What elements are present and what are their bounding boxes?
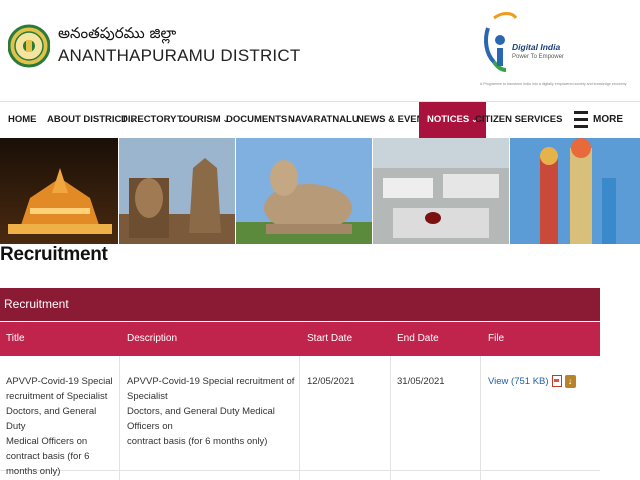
- view-file-link[interactable]: View (751 KB): [488, 376, 549, 387]
- table-header: Title Description Start Date End Date Fi…: [0, 322, 600, 356]
- cell-description-line: contract basis (for 6 months only): [127, 436, 268, 447]
- nav-item-label: HOME: [8, 114, 37, 125]
- column-header-title: Title: [6, 333, 25, 344]
- nav-item-label: NAVARATNALU: [288, 114, 359, 125]
- nav-item-label: TOURISM: [177, 114, 221, 125]
- column-header-start-date: Start Date: [307, 333, 353, 344]
- cell-title-line: months only): [6, 466, 61, 477]
- ap-state-emblem-icon[interactable]: [8, 6, 50, 86]
- cell-description-line: Doctors, and General Duty Medical Office…: [127, 406, 275, 432]
- download-icon[interactable]: ↓: [564, 374, 576, 388]
- cell-title-line: recruitment of Specialist: [6, 391, 108, 402]
- menu-icon[interactable]: [574, 111, 588, 129]
- cell-title-line: APVVP-Covid-19 Special: [6, 376, 113, 387]
- pdf-icon: [551, 375, 562, 388]
- banner-image-statues: [510, 138, 640, 244]
- cell-title-line: contract basis (for 6: [6, 451, 90, 462]
- cell-start-date: 12/05/2021: [307, 376, 355, 387]
- nav-item-label: CITIZEN SERVICES: [475, 114, 563, 125]
- more-button[interactable]: MORE: [593, 102, 623, 138]
- nav-item-label: DOCUMENTS: [226, 114, 288, 125]
- banner-gallery: [0, 138, 640, 244]
- cell-end-date: 31/05/2021: [397, 376, 445, 387]
- digital-india-tagline: Power To Empower: [512, 54, 564, 60]
- digital-india-footnote: A Programme to transform India into a di…: [480, 82, 627, 86]
- site-title-telugu: అనంతపురము జిల్లా: [58, 24, 177, 42]
- nav-item-label: DIRECTORY: [121, 114, 177, 125]
- nav-item-navaratnalu[interactable]: NAVARATNALU: [288, 102, 359, 138]
- nav-item-label: NOTICES: [427, 114, 470, 125]
- cell-title: APVVP-Covid-19 Special recruitment of Sp…: [6, 374, 116, 479]
- cell-description: APVVP-Covid-19 Special recruitment of Sp…: [127, 374, 297, 449]
- nav-item-home[interactable]: HOME: [8, 102, 37, 138]
- main-nav: HOME ABOUT DISTRICT ⌄ DIRECTORY ⌄ TOURISM ⌄…: [0, 101, 640, 138]
- banner-image-nandi: [236, 138, 372, 244]
- nav-item-label: ABOUT DISTRICT: [47, 114, 128, 125]
- page-title: Recruitment: [0, 244, 108, 265]
- nav-item-citizen-services[interactable]: CITIZEN SERVICES: [475, 102, 562, 138]
- cell-description-line: APVVP-Covid-19 Special recruitment of Sp…: [127, 376, 295, 402]
- banner-image-temple-night: [0, 138, 118, 244]
- column-header-file: File: [488, 333, 505, 344]
- site-header: అనంతపురము జిల్లా ANANTHAPURAMU DISTRICT …: [0, 0, 640, 100]
- nav-item-directory[interactable]: DIRECTORY ⌄: [121, 102, 185, 138]
- table-row: APVVP-Covid-19 Special recruitment of Sp…: [0, 356, 600, 480]
- nav-item-tourism[interactable]: TOURISM ⌄: [177, 102, 229, 138]
- site-title[interactable]: ANANTHAPURAMU DISTRICT: [58, 46, 300, 66]
- cell-file: View (751 KB) ↓: [488, 374, 576, 389]
- banner-image-gopuram: [119, 138, 235, 244]
- cell-title-line: Medical Officers on: [6, 436, 88, 447]
- cell-title-line: Doctors, and General Duty: [6, 406, 97, 432]
- digital-india-title: Digital India: [512, 42, 561, 52]
- banner-image-factory: [373, 138, 509, 244]
- column-header-description: Description: [127, 333, 178, 344]
- column-header-end-date: End Date: [397, 333, 439, 344]
- nav-item-documents[interactable]: DOCUMENTS ⌄: [226, 102, 296, 138]
- section-header: Recruitment: [0, 288, 600, 321]
